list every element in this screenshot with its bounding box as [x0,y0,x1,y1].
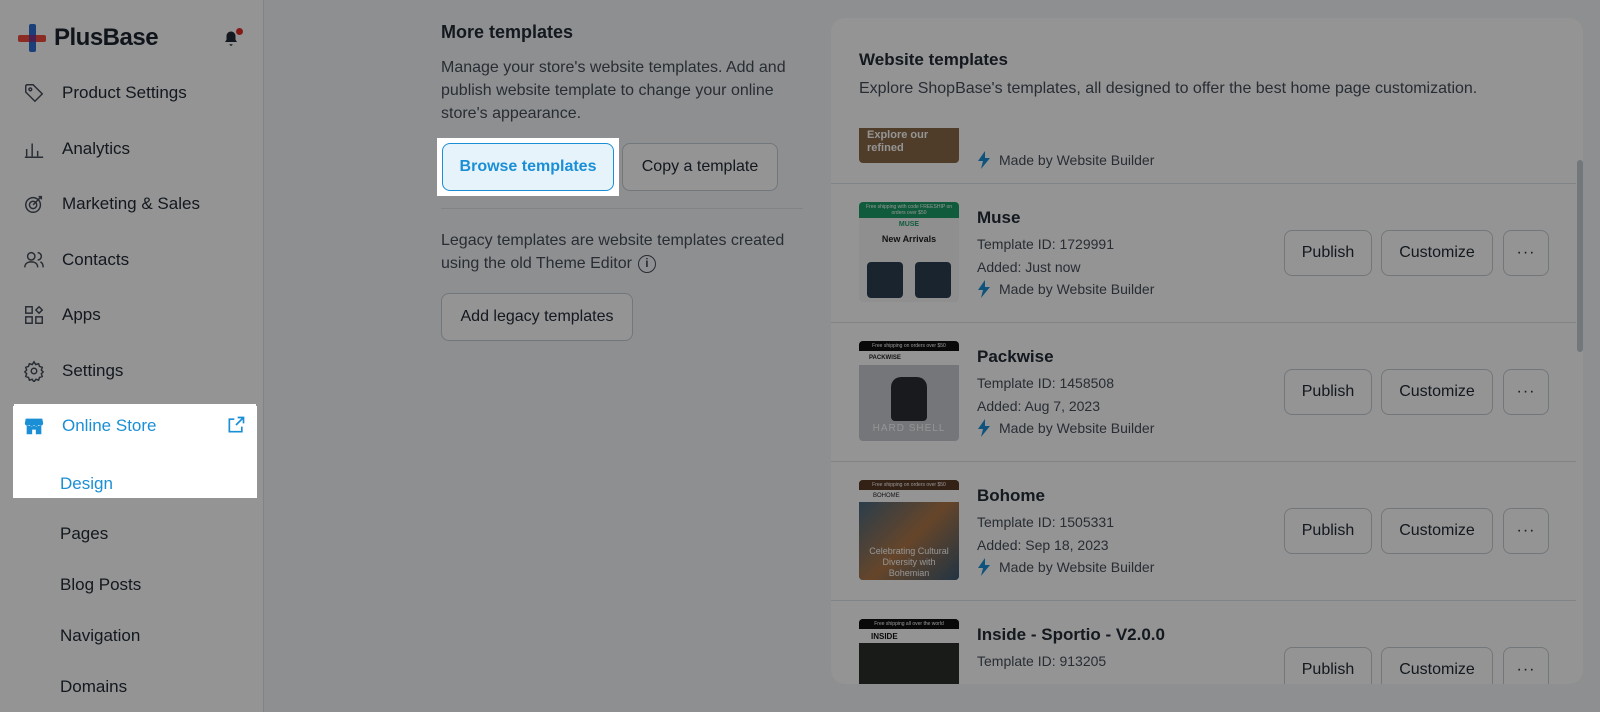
template-name: Muse [977,208,1021,227]
more-templates-title: More templates [441,22,574,42]
publish-button[interactable]: Publish [1284,369,1372,415]
sidebar-item-marketing-sales[interactable]: Marketing & Sales [14,182,256,226]
notification-dot [236,28,243,35]
bolt-icon [978,151,990,169]
template-list[interactable]: Explore our refined Made by Website Buil… [831,128,1576,684]
sidebar-item-label: Settings [62,361,124,380]
sidebar-item-apps[interactable]: Apps [14,293,256,337]
logo[interactable]: PlusBase [18,24,159,52]
more-actions-button[interactable]: ··· [1503,647,1549,684]
template-row-packwise: Free shipping on orders over $50 PACKWIS… [831,323,1576,462]
sidebar-item-online-store[interactable]: Online Store [14,404,256,448]
publish-button[interactable]: Publish [1284,230,1372,276]
sidebar-item-contacts[interactable]: Contacts [14,238,256,282]
sidebar-item-label: Marketing & Sales [62,194,200,213]
copy-template-button[interactable]: Copy a template [622,143,778,191]
bar-chart-icon [22,137,46,161]
made-by-label: Made by Website Builder [977,151,1154,169]
sidebar-item-analytics[interactable]: Analytics [14,127,256,171]
template-thumbnail: Free shipping with code FREESHIP on orde… [859,202,959,302]
template-added: Added: Sep 18, 2023 [977,537,1109,553]
made-by-label: Made by Website Builder [977,280,1154,298]
template-row-bohome: Free shipping on orders over $50 BOHOME … [831,462,1576,601]
sidebar-subitem-design[interactable]: Design [60,474,113,494]
info-icon[interactable]: i [637,254,656,273]
sidebar-subitem-navigation[interactable]: Navigation [60,626,140,646]
external-link-icon[interactable] [226,415,246,440]
template-thumbnail: Free shipping all over the world INSIDE [859,619,959,684]
more-actions-button[interactable]: ··· [1503,508,1549,554]
sidebar-subitem-pages[interactable]: Pages [60,524,108,544]
contacts-icon [22,248,46,272]
legacy-description: Legacy templates are website templates c… [441,232,785,273]
template-thumbnail: Free shipping on orders over $50 BOHOME … [859,480,959,580]
add-legacy-templates-button[interactable]: Add legacy templates [441,293,633,341]
template-added: Added: Aug 7, 2023 [977,398,1100,414]
template-name: Bohome [977,486,1045,505]
browse-templates-button[interactable]: Browse templates [442,143,614,191]
bolt-icon [978,280,990,298]
app-name: PlusBase [54,24,159,51]
target-icon [22,192,46,216]
template-thumbnail: Explore our refined [859,128,959,163]
template-name: Packwise [977,347,1054,366]
more-actions-button[interactable]: ··· [1503,230,1549,276]
template-added: Added: Just now [977,259,1081,275]
website-templates-description: Explore ShopBase's templates, all design… [859,80,1478,97]
template-row-muse: Free shipping with code FREESHIP on orde… [831,184,1576,323]
bolt-icon [978,558,990,576]
bolt-icon [978,419,990,437]
sidebar-subitem-domains[interactable]: Domains [60,677,127,697]
divider [441,208,803,209]
template-name: Inside - Sportio - V2.0.0 [977,625,1165,644]
sidebar: PlusBase Product Settings Analytics Mark… [0,0,264,712]
template-id: Template ID: 913205 [977,653,1107,669]
more-actions-button[interactable]: ··· [1503,369,1549,415]
website-templates-title: Website templates [859,50,1008,69]
customize-button[interactable]: Customize [1381,369,1493,415]
template-row: Explore our refined Made by Website Buil… [831,128,1576,184]
tag-icon [22,81,46,105]
plusbase-logo-icon [18,24,46,52]
more-templates-description: Manage your store's website templates. A… [441,59,786,122]
publish-button[interactable]: Publish [1284,647,1372,684]
sidebar-item-label: Online Store [62,416,157,435]
apps-icon [22,303,46,327]
template-id: Template ID: 1458508 [977,375,1114,391]
publish-button[interactable]: Publish [1284,508,1372,554]
sidebar-item-label: Contacts [62,250,130,269]
made-by-label: Made by Website Builder [977,558,1154,576]
sidebar-item-label: Analytics [62,139,131,158]
scrollbar[interactable] [1577,160,1583,352]
sidebar-item-label: Product Settings [62,83,187,102]
sidebar-item-product-settings[interactable]: Product Settings [14,71,256,115]
template-id: Template ID: 1505331 [977,514,1114,530]
sidebar-item-settings[interactable]: Settings [14,349,256,393]
store-icon [22,414,46,438]
template-row-inside-sportio: Free shipping all over the world INSIDE … [831,601,1576,684]
customize-button[interactable]: Customize [1381,647,1493,684]
website-templates-card: Website templates Explore ShopBase's tem… [831,18,1583,684]
template-thumbnail: Free shipping on orders over $50 PACKWIS… [859,341,959,441]
gear-icon [22,359,46,383]
made-by-label: Made by Website Builder [977,419,1154,437]
customize-button[interactable]: Customize [1381,508,1493,554]
template-id: Template ID: 1729991 [977,236,1114,252]
sidebar-subitem-blog-posts[interactable]: Blog Posts [60,575,141,595]
customize-button[interactable]: Customize [1381,230,1493,276]
sidebar-item-label: Apps [62,305,101,324]
